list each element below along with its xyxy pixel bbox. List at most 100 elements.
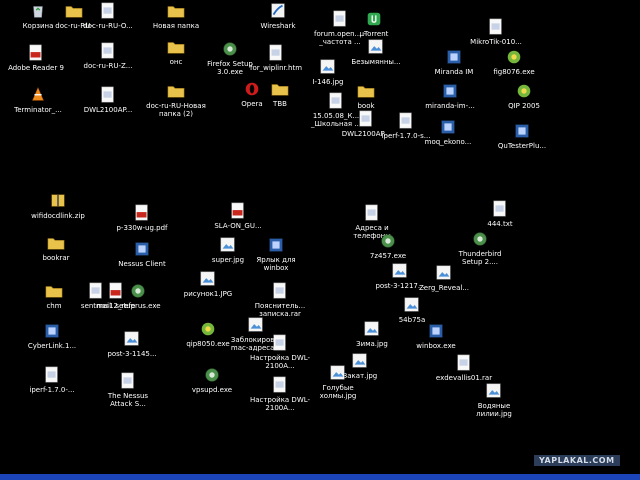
doc-icon — [76, 86, 140, 104]
doc-icon — [248, 282, 312, 300]
desktop-icon[interactable]: post-3-1145... — [100, 330, 164, 358]
desktop-icon[interactable]: CyberLink.1... — [20, 322, 84, 350]
desktop-icon-label: TBB — [273, 100, 287, 108]
desktop-icon[interactable]: winbox.exe — [404, 322, 468, 350]
desktop-icon-label: doc-ru-RU-O... — [83, 22, 133, 30]
desktop-icon[interactable]: Ярлык для winbox — [244, 236, 308, 272]
desktop-icon-label: fig8076.exe — [493, 68, 535, 76]
desktop-icon[interactable]: Miranda IM — [422, 48, 486, 76]
image-icon — [296, 58, 360, 76]
setup-icon — [106, 282, 170, 300]
app-icon — [418, 82, 482, 100]
desktop-icon-label: Nessus Client — [118, 260, 166, 268]
desktop-icon[interactable]: Настройка DWL-2100A... — [248, 334, 312, 370]
desktop: Корзина doc-ru-RU-doc-ru-RU-O... Новая пап… — [0, 0, 640, 480]
desktop-icon-label: doc-ru-RU-Z... — [83, 62, 133, 70]
desktop-icon-label: µTorrent — [359, 30, 389, 38]
desktop-icon-label: Wireshark — [260, 22, 296, 30]
doc-icon — [304, 92, 368, 110]
desktop-icon[interactable]: exdevallis01.rar — [432, 354, 496, 382]
desktop-icon[interactable]: Новая папка — [144, 2, 208, 30]
watermark-label: YAPLAKAL.COM — [534, 455, 620, 466]
desktop-icon-label: p-330w-ug.pdf — [116, 224, 168, 232]
app-icon — [404, 322, 468, 340]
folder-icon — [144, 82, 208, 100]
setup-icon — [448, 230, 512, 248]
desktop-icon[interactable]: Водяные лилии.jpg — [462, 382, 526, 418]
app-icon — [20, 322, 84, 340]
image-icon — [176, 270, 240, 288]
image-icon — [340, 320, 404, 338]
desktop-icon[interactable]: vpsupd.exe — [180, 366, 244, 394]
setup-icon — [356, 232, 420, 250]
desktop-icon[interactable]: moq_ekono... — [416, 118, 480, 146]
desktop-icon-label: Terminator_... — [14, 106, 62, 114]
desktop-icon[interactable]: Голубые холмы.jpg — [306, 364, 370, 400]
desktop-icon[interactable]: Thunderbird Setup 2.... — [448, 230, 512, 266]
desktop-icon[interactable]: рисунок1.JPG — [176, 270, 240, 298]
doc-icon — [76, 2, 140, 20]
desktop-icon[interactable]: Zerg_Reveal... — [412, 264, 476, 292]
pdf-icon — [110, 204, 174, 222]
image-icon — [462, 382, 526, 400]
desktop-icon[interactable]: bookrar — [24, 234, 88, 262]
desktop-icon[interactable]: DWL2100AP... — [76, 86, 140, 114]
desktop-icon-label: moq_ekono... — [424, 138, 472, 146]
desktop-icon-label: Зима.jpg — [356, 340, 388, 348]
desktop-icon[interactable]: Adobe Reader 9 — [4, 44, 68, 72]
desktop-icon[interactable]: wifidocdlink.zip — [26, 192, 90, 220]
desktop-icon[interactable]: MikroTik-010... — [464, 18, 528, 46]
desktop-icon[interactable]: Nessus Client — [110, 240, 174, 268]
desktop-icon[interactable]: Пояснитель... записка.rar — [248, 282, 312, 318]
desktop-icon[interactable]: The Nessus Attack S... — [96, 372, 160, 408]
desktop-icon-label: Ярлык для winbox — [256, 256, 296, 272]
desktop-icon[interactable]: iperf-1.7.0-... — [20, 366, 84, 394]
desktop-icon-label: CyberLink.1... — [27, 342, 77, 350]
desktop-icon[interactable]: Terminator_... — [6, 86, 70, 114]
desktop-icon[interactable]: 444.txt — [468, 200, 532, 228]
desktop-icon-label: QuTesterPlu... — [497, 142, 547, 150]
desktop-icon[interactable]: doc-ru-RU-Новая папка (2) — [144, 82, 208, 118]
image-icon — [412, 264, 476, 282]
desktop-icon[interactable]: doc-ru-RU-Z... — [76, 42, 140, 70]
desktop-icon[interactable]: QIP 2005 — [492, 82, 556, 110]
desktop-icon-label: miranda-im-... — [425, 102, 475, 110]
desktop-icon[interactable]: setuprus.exe — [106, 282, 170, 310]
desktop-icon[interactable]: doc-ru-RU-O... — [76, 2, 140, 30]
desktop-icon-label: winbox.exe — [416, 342, 456, 350]
folder-icon — [24, 234, 88, 252]
desktop-icon[interactable]: Настройка DWL-2100A... — [248, 376, 312, 412]
app-icon — [244, 236, 308, 254]
desktop-icon[interactable]: p-330w-ug.pdf — [110, 204, 174, 232]
desktop-icon[interactable]: QuTesterPlu... — [490, 122, 554, 150]
desktop-icon-label: Водяные лилии.jpg — [476, 402, 512, 418]
desktop-icon[interactable]: miranda-im-... — [418, 82, 482, 110]
desktop-icon-label: Настройка DWL-2100A... — [249, 396, 311, 412]
doc-icon — [76, 42, 140, 60]
vlc-icon — [6, 86, 70, 104]
desktop-icon-label: vpsupd.exe — [191, 386, 233, 394]
desktop-icon[interactable]: µTorrent — [342, 10, 406, 38]
doc-icon — [340, 204, 404, 222]
pdf-icon — [4, 44, 68, 62]
desktop-icon-label: Новая папка — [152, 22, 200, 30]
desktop-icon-label: Zerg_Reveal... — [418, 284, 469, 292]
desktop-icon[interactable]: fig8076.exe — [482, 48, 546, 76]
desktop-icon-label: doc-ru-RU-Новая папка (2) — [146, 102, 206, 118]
desktop-icon[interactable]: Зима.jpg — [340, 320, 404, 348]
desktop-icon-label: QIP 2005 — [508, 102, 540, 110]
doc-icon — [96, 372, 160, 390]
app-icon — [416, 118, 480, 136]
desktop-icon-label: DWL2100AP... — [83, 106, 133, 114]
taskbar[interactable] — [0, 474, 640, 480]
image-icon — [344, 38, 408, 56]
doc-icon — [248, 376, 312, 394]
image-icon — [100, 330, 164, 348]
image-icon — [380, 296, 444, 314]
desktop-icon[interactable]: 7z457.exe — [356, 232, 420, 260]
qip-icon — [492, 82, 556, 100]
doc-icon — [464, 18, 528, 36]
setup-icon — [180, 366, 244, 384]
desktop-icon[interactable]: Wireshark — [246, 2, 310, 30]
desktop-icon[interactable]: SLA-ON_GU... — [206, 202, 270, 230]
